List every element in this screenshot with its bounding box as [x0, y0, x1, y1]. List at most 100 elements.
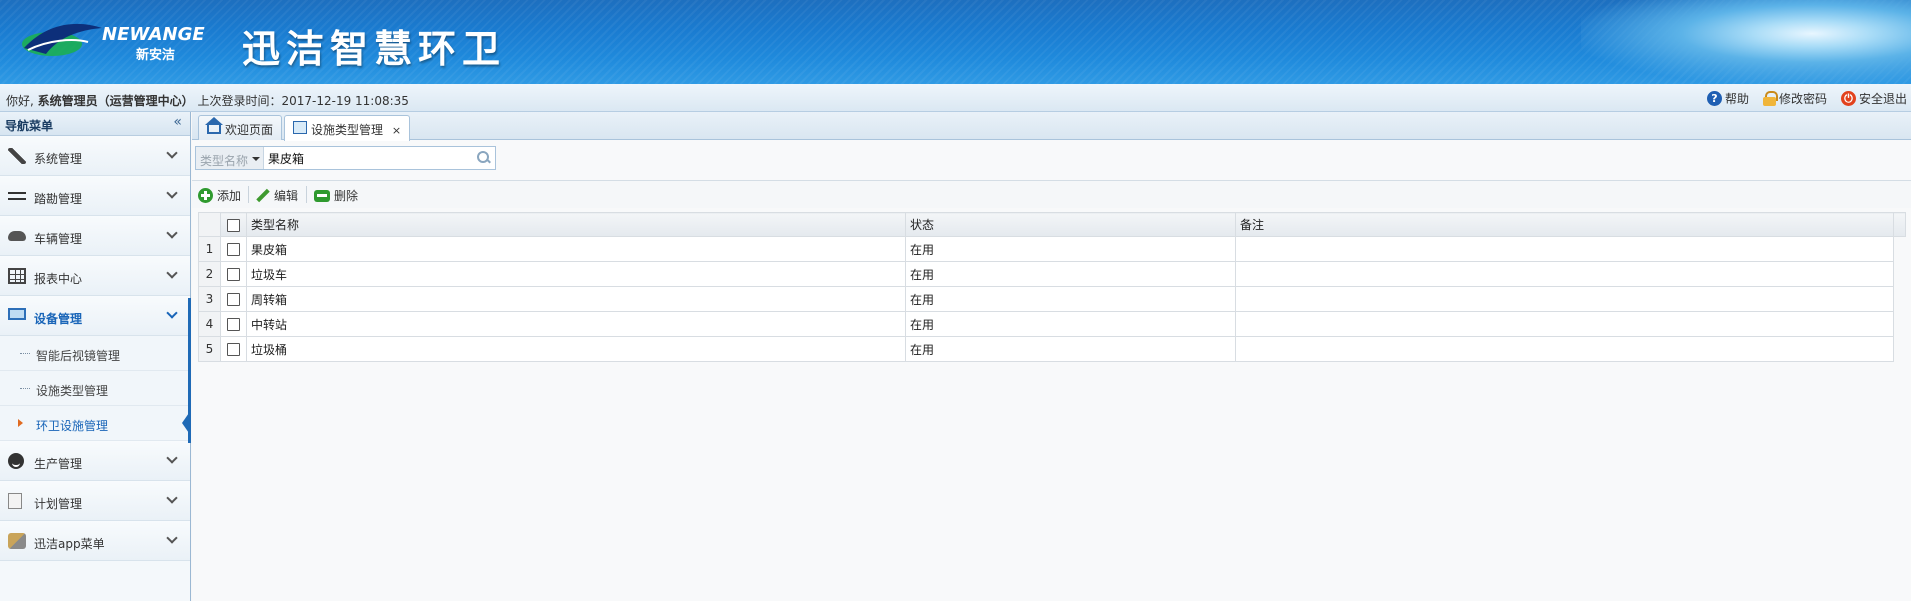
monitor-icon — [8, 308, 26, 320]
row-checkbox-cell — [220, 311, 247, 337]
logo-text-cn: 新安洁 — [136, 48, 176, 63]
table-row[interactable]: 2 垃圾车 在用 — [198, 261, 1906, 287]
globe-graphic — [1581, 0, 1911, 84]
sidebar-item-survey[interactable]: 踏勘管理 — [0, 176, 190, 216]
tree-connector — [20, 388, 30, 389]
home-icon — [205, 117, 223, 134]
toolbar-divider — [306, 186, 307, 203]
cell-status: 在用 — [905, 261, 1236, 287]
collapse-sidebar-icon[interactable]: « — [173, 114, 182, 130]
search-type-select[interactable]: 类型名称 — [196, 147, 264, 169]
tab-welcome[interactable]: 欢迎页面 — [198, 115, 283, 140]
column-header-name[interactable]: 类型名称 — [246, 212, 906, 237]
row-number: 5 — [198, 336, 221, 362]
cell-name: 中转站 — [246, 311, 906, 337]
user-name: 系统管理员（运营管理中心） — [37, 94, 194, 108]
toolbar-divider — [248, 186, 249, 203]
search-box: 类型名称 — [195, 146, 496, 170]
cloud-icon — [8, 231, 26, 241]
row-filler — [1893, 236, 1906, 262]
change-password-link[interactable]: 修改密码 — [1762, 90, 1827, 107]
table-row[interactable]: 5 垃圾桶 在用 — [198, 336, 1906, 362]
submenu-item-label: 环卫设施管理 — [36, 419, 109, 433]
logo-text-en: NEWANGE — [102, 24, 205, 45]
sidebar-title: 导航菜单 — [5, 119, 54, 133]
row-number: 4 — [198, 311, 221, 337]
cell-name: 果皮箱 — [246, 236, 906, 262]
sidebar-item-app-menu[interactable]: 迅洁app菜单 — [0, 521, 190, 561]
row-checkbox-cell — [220, 336, 247, 362]
search-input[interactable] — [268, 149, 473, 167]
row-checkbox-cell — [220, 236, 247, 262]
edit-button-label: 编辑 — [274, 189, 299, 203]
cell-remark — [1235, 236, 1894, 262]
grid-toolbar: 添加 编辑 删除 — [192, 180, 1911, 208]
logout-label: 安全退出 — [1858, 92, 1907, 106]
table-header-row: 类型名称 状态 备注 — [198, 212, 1906, 237]
search-icon[interactable] — [477, 151, 491, 165]
row-checkbox-cell — [220, 286, 247, 312]
column-header-status[interactable]: 状态 — [905, 212, 1236, 237]
cell-remark — [1235, 286, 1894, 312]
last-login-time: 2017-12-19 11:08:35 — [281, 94, 409, 108]
submenu-item-sanitation-facility[interactable]: 环卫设施管理 — [0, 406, 191, 441]
row-number-header — [198, 212, 221, 237]
row-checkbox[interactable] — [227, 293, 240, 306]
sidebar-item-plan[interactable]: 计划管理 — [0, 481, 190, 521]
user-info-bar: 你好, 系统管理员（运营管理中心） 上次登录时间：2017-12-19 11:0… — [0, 84, 1911, 112]
active-section-bar — [188, 298, 191, 443]
delete-button[interactable]: 删除 — [314, 187, 358, 204]
form-icon — [293, 121, 307, 134]
table-row[interactable]: 1 果皮箱 在用 — [198, 236, 1906, 262]
submenu-item-rearview-mirror[interactable]: 智能后视镜管理 — [0, 336, 190, 371]
row-checkbox[interactable] — [227, 268, 240, 281]
add-button[interactable]: 添加 — [198, 187, 241, 204]
document-icon — [8, 493, 22, 509]
row-number: 3 — [198, 286, 221, 312]
tab-label: 设施类型管理 — [311, 123, 384, 137]
add-button-label: 添加 — [217, 189, 242, 203]
logout-link[interactable]: ⏻ 安全退出 — [1840, 90, 1907, 107]
sidebar-header: 导航菜单 « — [0, 112, 190, 136]
submenu-item-label: 智能后视镜管理 — [36, 349, 121, 363]
submenu-item-facility-type[interactable]: 设施类型管理 — [0, 371, 190, 406]
table-row[interactable]: 3 周转箱 在用 — [198, 286, 1906, 312]
sidebar-item-vehicle[interactable]: 车辆管理 — [0, 216, 190, 256]
close-icon[interactable]: × — [392, 124, 401, 137]
help-icon: ? — [1706, 91, 1722, 106]
header-filler — [1893, 212, 1906, 237]
cell-name: 垃圾车 — [246, 261, 906, 287]
column-header-remark[interactable]: 备注 — [1235, 212, 1894, 237]
chevron-down-icon — [166, 452, 178, 464]
table-icon — [8, 268, 26, 284]
system-title: 迅洁智慧环卫 — [242, 27, 507, 71]
welcome-text: 你好, 系统管理员（运营管理中心） 上次登录时间：2017-12-19 11:0… — [6, 92, 409, 109]
row-filler — [1893, 336, 1906, 362]
edit-button[interactable]: 编辑 — [256, 187, 298, 204]
row-checkbox[interactable] — [227, 318, 240, 331]
tab-facility-type[interactable]: 设施类型管理 × — [284, 115, 411, 141]
row-checkbox[interactable] — [227, 243, 240, 256]
select-all-checkbox[interactable] — [227, 218, 240, 232]
cell-status: 在用 — [905, 236, 1236, 262]
sidebar-item-system[interactable]: 系统管理 — [0, 136, 190, 176]
row-checkbox-cell — [220, 261, 247, 287]
sidebar-item-device[interactable]: 设备管理 — [0, 296, 190, 336]
exchange-icon — [8, 188, 26, 204]
sidebar-item-label: 车辆管理 — [34, 232, 83, 246]
help-link[interactable]: ? 帮助 — [1706, 90, 1749, 107]
submenu-item-label: 设施类型管理 — [36, 384, 109, 398]
row-number: 1 — [198, 236, 221, 262]
row-checkbox[interactable] — [227, 343, 240, 356]
chevron-down-icon — [166, 267, 178, 279]
wrench-icon — [8, 148, 26, 164]
cell-remark — [1235, 336, 1894, 362]
last-login-label: 上次登录时间： — [193, 94, 282, 108]
chevron-down-icon — [166, 227, 178, 239]
face-icon — [8, 453, 24, 469]
sidebar-item-production[interactable]: 生产管理 — [0, 441, 190, 481]
sidebar-item-label: 报表中心 — [34, 272, 83, 286]
header-banner: NEWANGE 新安洁 迅洁智慧环卫 — [0, 0, 1911, 84]
sidebar-item-reports[interactable]: 报表中心 — [0, 256, 190, 296]
table-row[interactable]: 4 中转站 在用 — [198, 311, 1906, 337]
